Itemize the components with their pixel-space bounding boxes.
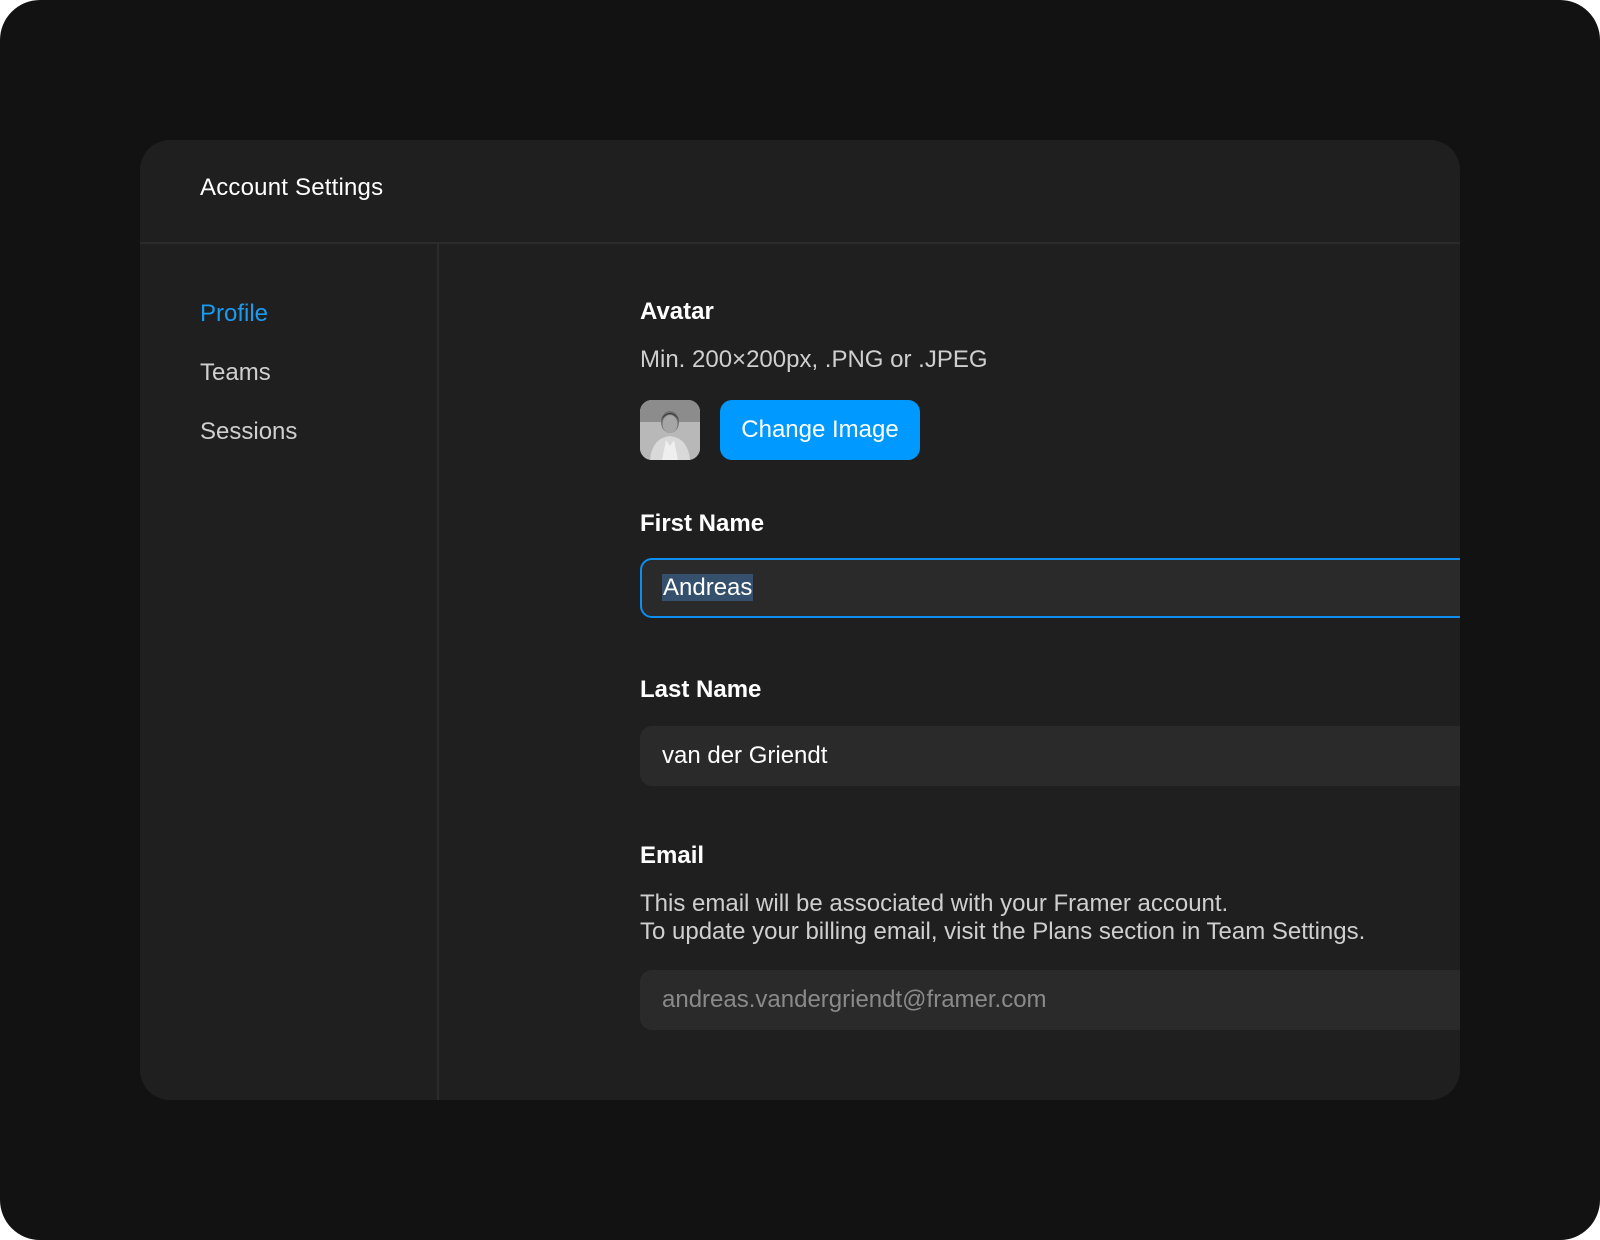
account-settings-window: Account Settings Profile Teams Sessions … xyxy=(140,140,1460,1100)
last-name-label: Last Name xyxy=(640,676,762,703)
email-field[interactable]: andreas.vandergriendt@framer.com xyxy=(640,970,1460,1030)
sidebar-item-profile[interactable]: Profile xyxy=(200,300,268,328)
last-name-field[interactable]: van der Griendt xyxy=(640,726,1460,786)
sidebar: Profile Teams Sessions xyxy=(140,244,439,1100)
profile-content: Avatar Min. 200×200px, .PNG or .JPEG Cha… xyxy=(440,244,1460,1100)
email-label: Email xyxy=(640,842,705,869)
sidebar-item-sessions[interactable]: Sessions xyxy=(200,418,297,446)
sidebar-item-teams[interactable]: Teams xyxy=(200,359,271,387)
avatar-label: Avatar xyxy=(640,298,714,325)
window-title: Account Settings xyxy=(200,174,384,201)
first-name-field[interactable]: Andreas xyxy=(640,558,1460,618)
first-name-label: First Name xyxy=(640,510,765,537)
avatar-photo-icon xyxy=(640,400,700,460)
change-image-button[interactable]: Change Image xyxy=(720,400,920,460)
avatar-help-text: Min. 200×200px, .PNG or .JPEG xyxy=(640,346,988,373)
email-help-line-1: This email will be associated with your … xyxy=(640,890,1229,917)
avatar xyxy=(640,400,700,460)
email-help-line-2: To update your billing email, visit the … xyxy=(640,918,1366,945)
window-header: Account Settings xyxy=(140,140,1460,244)
screen-background: Account Settings Profile Teams Sessions … xyxy=(0,0,1600,1240)
first-name-value: Andreas xyxy=(662,574,754,601)
